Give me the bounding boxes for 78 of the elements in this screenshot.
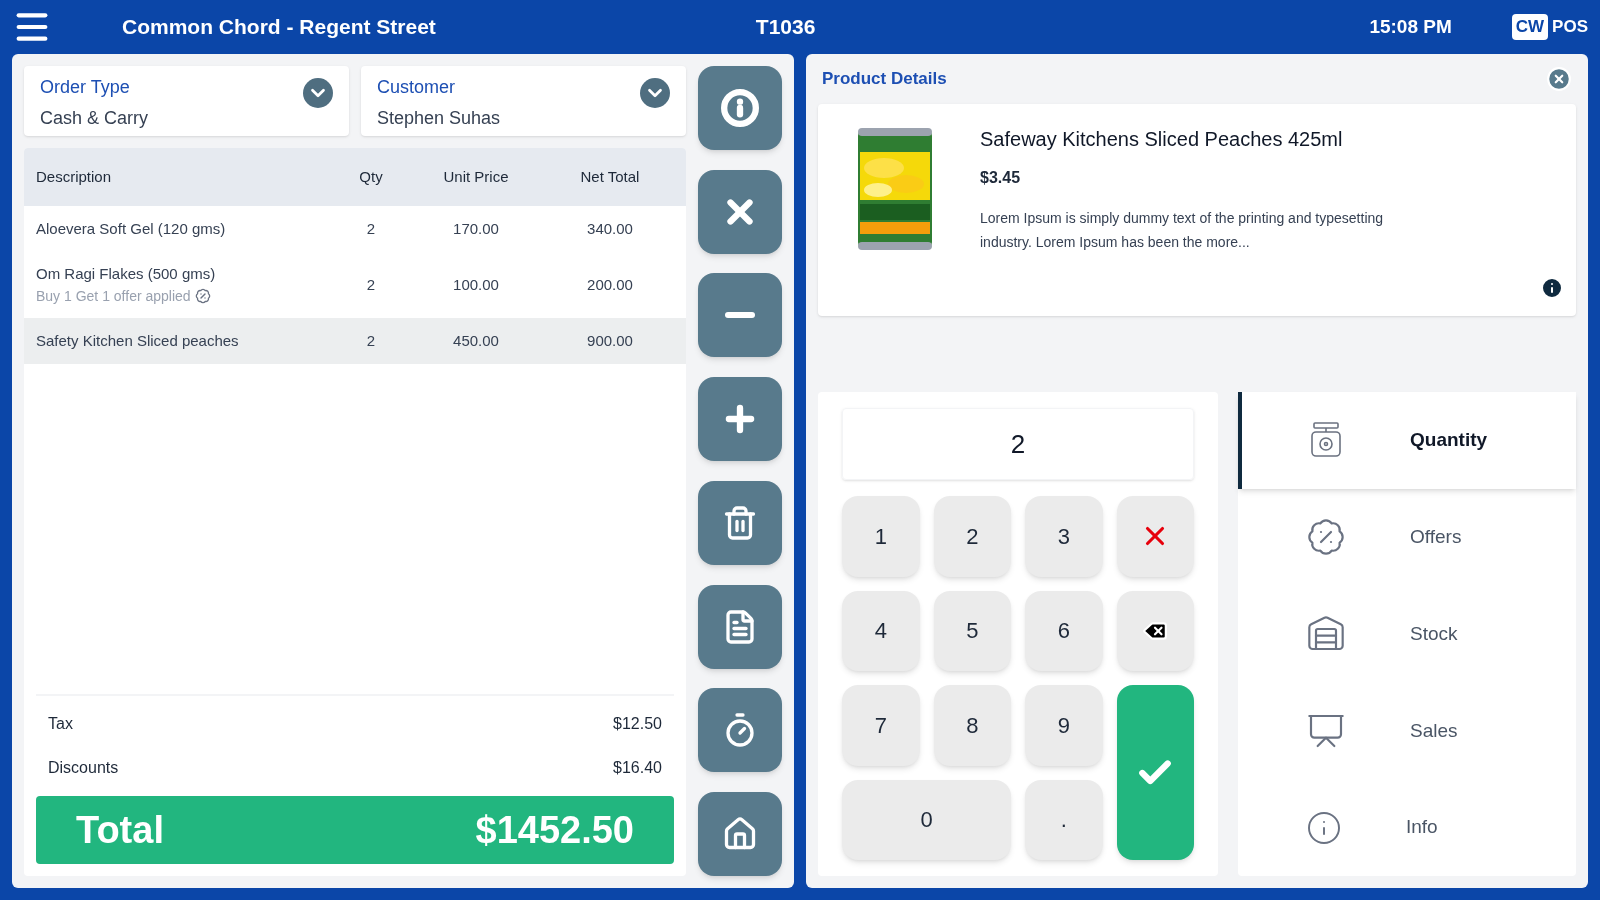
backspace-button[interactable]: [1116, 590, 1194, 671]
field-value: Cash & Carry: [40, 107, 149, 130]
column-header: Net Total: [579, 166, 641, 187]
percent-badge-icon: [194, 288, 211, 305]
logo-text: POS: [1552, 16, 1588, 39]
dropdown-field[interactable]: Customer Stephen Suhas: [361, 66, 686, 136]
chevron-icon: [640, 78, 670, 108]
menu-item[interactable]: Sales: [1238, 682, 1576, 780]
keypad-key[interactable]: 2: [933, 496, 1011, 577]
product-description: Lorem Ipsum is simply dummy text of the printing and typesetting industry. Lorem Ipsum has been the more...: [980, 209, 1385, 252]
close-icon[interactable]: [1546, 66, 1572, 92]
item-description: Om Ragi Flakes (500 gms): [36, 264, 217, 285]
item-description: Safety Kitchen Sliced peaches: [36, 330, 240, 351]
keypad-key[interactable]: 9: [1025, 685, 1103, 766]
minus-icon: [725, 312, 755, 319]
action-button[interactable]: [698, 584, 782, 669]
summary-label: Discounts: [48, 758, 119, 778]
dropdown-field[interactable]: Order Type Cash & Carry: [24, 66, 349, 136]
item-net-total: 340.00: [586, 218, 634, 239]
trash-icon: [722, 504, 758, 541]
info-icon: [721, 89, 759, 127]
home-icon: [722, 815, 758, 852]
terminal-id: T1036: [755, 14, 816, 41]
menu-item[interactable]: Stock: [1238, 585, 1576, 683]
item-unit-price: 100.00: [452, 274, 500, 295]
action-button[interactable]: [698, 791, 782, 876]
keypad-key[interactable]: 8: [933, 685, 1011, 766]
field-label: Order Type: [40, 76, 131, 99]
confirm-button[interactable]: [1116, 685, 1194, 860]
info-icon: [1306, 809, 1342, 846]
summary-label: Tax: [48, 714, 73, 734]
offer-note: Buy 1 Get 1 offer applied: [36, 286, 191, 306]
keypad-key[interactable]: 1: [842, 496, 920, 577]
store-title: Common Chord - Regent Street: [122, 14, 436, 41]
keypad-key[interactable]: .: [1025, 779, 1103, 860]
total-value: $1452.50: [475, 807, 634, 853]
item-qty: 2: [365, 274, 377, 295]
logo-mark: CW: [1511, 14, 1549, 40]
panel-title: Product Details: [822, 68, 947, 91]
item-net-total: 200.00: [586, 274, 634, 295]
keypad-key[interactable]: 3: [1025, 496, 1103, 577]
clear-button[interactable]: [1116, 496, 1194, 577]
action-button[interactable]: [698, 480, 782, 565]
action-button[interactable]: [698, 688, 782, 773]
keypad-key[interactable]: 4: [842, 590, 920, 671]
column-header: Description: [36, 166, 113, 187]
summary-value: $16.40: [613, 758, 662, 778]
column-header: Unit Price: [442, 166, 510, 187]
field-value: Stephen Suhas: [377, 107, 501, 130]
keypad-key[interactable]: 5: [933, 590, 1011, 671]
product-name: Safeway Kitchens Sliced Peaches 425ml: [980, 127, 1344, 152]
item-unit-price: 450.00: [452, 330, 500, 351]
chevron-icon: [303, 78, 333, 108]
action-button[interactable]: [698, 66, 782, 150]
menu-item[interactable]: Info: [1238, 779, 1576, 876]
menu-item[interactable]: Offers: [1238, 488, 1576, 586]
clock-time: 15:08 PM: [1369, 14, 1452, 39]
item-unit-price: 170.00: [452, 218, 500, 239]
percent-badge-icon: [1306, 517, 1346, 558]
product-price: $3.45: [980, 168, 1022, 188]
keypad-key[interactable]: 7: [842, 685, 920, 766]
total-label: Total: [76, 807, 164, 853]
action-button[interactable]: [698, 273, 782, 358]
quantity-field[interactable]: 2: [842, 408, 1194, 480]
item-description: Aloevera Soft Gel (120 gms): [36, 218, 227, 239]
order-row[interactable]: Safety Kitchen Sliced peaches 2 450.00 900.00: [24, 318, 686, 364]
summary-value: $12.50: [613, 714, 662, 734]
item-qty: 2: [365, 330, 377, 351]
menu-item[interactable]: Quantity: [1238, 392, 1576, 489]
item-qty: 2: [365, 218, 377, 239]
keypad-key[interactable]: 0: [842, 779, 1011, 860]
action-button[interactable]: [698, 169, 782, 254]
column-header: Qty: [358, 166, 384, 187]
item-net-total: 900.00: [586, 330, 634, 351]
action-button[interactable]: [698, 377, 782, 462]
keypad-key[interactable]: 6: [1025, 590, 1103, 671]
field-label: Customer: [377, 76, 457, 99]
info-icon[interactable]: [1540, 276, 1564, 300]
